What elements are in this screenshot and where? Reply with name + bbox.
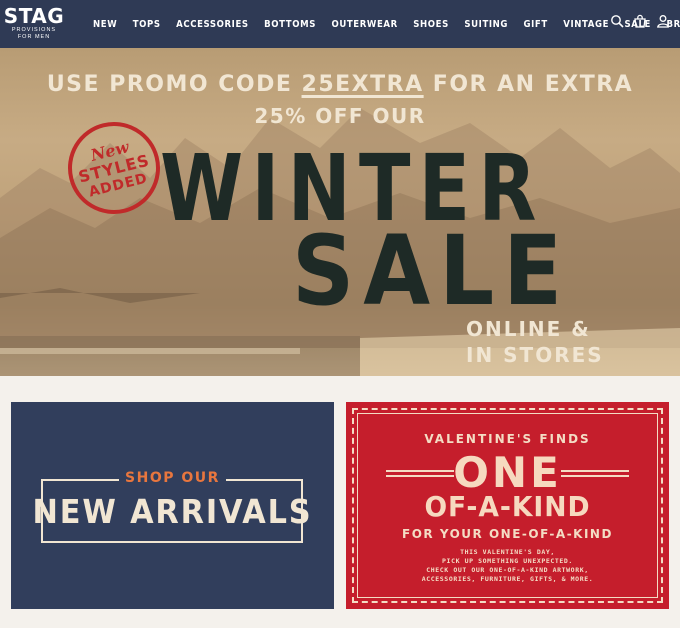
channels-line-1: ONLINE & xyxy=(466,317,591,341)
new-arrivals-kicker: SHOP OUR xyxy=(11,470,334,486)
menu-item-tops[interactable]: TOPS xyxy=(133,19,161,30)
logo-tagline-2: FOR MEN xyxy=(17,34,51,40)
bag-icon[interactable] xyxy=(633,14,647,28)
valentines-kicker: VALENTINE'S FINDS xyxy=(424,432,591,446)
main-menu: NEW TOPS ACCESSORIES BOTTOMS OUTERWEAR S… xyxy=(93,0,680,48)
promo-prefix: USE PROMO CODE xyxy=(46,72,302,97)
logo-wordmark: STAG xyxy=(3,4,65,28)
promo-code-line: USE PROMO CODE 25EXTRA FOR AN EXTRA xyxy=(0,72,680,97)
promo-suffix: FOR AN EXTRA xyxy=(423,72,634,97)
menu-item-shoes[interactable]: SHOES xyxy=(413,19,449,30)
menu-item-bottoms[interactable]: BOTTOMS xyxy=(264,19,316,30)
menu-item-accessories[interactable]: ACCESSORIES xyxy=(176,19,249,30)
new-arrivals-kicker-text: SHOP OUR xyxy=(119,470,226,486)
search-icon[interactable] xyxy=(610,14,624,28)
winter-sale-hero-banner[interactable]: USE PROMO CODE 25EXTRA FOR AN EXTRA 25% … xyxy=(0,48,680,376)
headline-sale: SALE xyxy=(292,215,572,327)
stag-logo[interactable]: STAG PROVISIONS FOR MEN xyxy=(3,6,65,44)
logo-tagline-1: PROVISIONS xyxy=(11,27,57,33)
menu-item-new[interactable]: NEW xyxy=(93,19,117,30)
top-nav: STAG PROVISIONS FOR MEN NEW TOPS ACCESSO… xyxy=(0,0,680,48)
of-a-kind-title: OF-A-KIND xyxy=(424,490,591,523)
menu-item-suiting[interactable]: SUITING xyxy=(464,19,508,30)
menu-item-vintage[interactable]: VINTAGE xyxy=(563,19,609,30)
menu-item-outerwear[interactable]: OUTERWEAR xyxy=(331,19,397,30)
account-icon[interactable] xyxy=(656,14,670,28)
body-line-1: THIS VALENTINE'S DAY, xyxy=(460,548,555,556)
promo-code: 25EXTRA xyxy=(301,72,424,97)
body-line-3: CHECK OUT OUR ONE-OF-A-KIND ARTWORK, xyxy=(426,566,589,574)
new-arrivals-card[interactable]: SHOP OUR NEW ARRIVALS xyxy=(11,402,334,609)
valentines-finds-card[interactable]: VALENTINE'S FINDS ONE OF-A-KIND FOR YOUR… xyxy=(346,402,669,609)
body-line-2: PICK UP SOMETHING UNEXPECTED. xyxy=(442,557,573,565)
body-line-4: ACCESSORIES, FURNITURE, GIFTS, & MORE. xyxy=(421,575,594,583)
channels-line-2: IN STORES xyxy=(466,343,604,367)
valentines-body: THIS VALENTINE'S DAY, PICK UP SOMETHING … xyxy=(346,548,669,584)
new-arrivals-title: NEW ARRIVALS xyxy=(32,492,313,531)
valentines-subtitle: FOR YOUR ONE-OF-A-KIND xyxy=(402,527,613,541)
nav-icon-group xyxy=(610,14,670,28)
channels-text: ONLINE & IN STORES xyxy=(466,316,604,368)
menu-item-gift[interactable]: GIFT xyxy=(524,19,548,30)
